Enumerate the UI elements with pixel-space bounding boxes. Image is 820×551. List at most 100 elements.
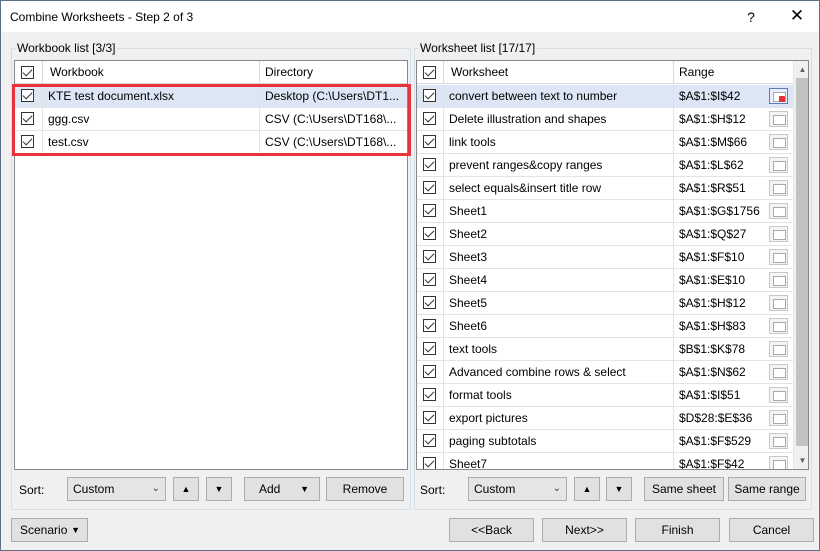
- worksheet-sort-value: Custom: [474, 482, 516, 496]
- help-button[interactable]: ?: [737, 4, 765, 30]
- close-button[interactable]: ✕: [783, 4, 811, 30]
- worksheet-check-cell: [417, 131, 444, 153]
- worksheet-check-cell: [417, 177, 444, 199]
- worksheet-move-down-button[interactable]: ▼: [606, 477, 632, 501]
- worksheet-row[interactable]: select equals&insert title row $A$1:$R$51: [417, 177, 793, 200]
- remove-button[interactable]: Remove: [326, 477, 404, 501]
- range-select-icon[interactable]: [769, 318, 788, 334]
- worksheet-checkbox[interactable]: [423, 250, 436, 263]
- worksheet-row[interactable]: Sheet5 $A$1:$H$12: [417, 292, 793, 315]
- worksheet-row[interactable]: Sheet2 $A$1:$Q$27: [417, 223, 793, 246]
- workbook-checkbox[interactable]: [21, 135, 34, 148]
- worksheet-checkbox[interactable]: [423, 89, 436, 102]
- worksheet-checkbox[interactable]: [423, 112, 436, 125]
- back-button[interactable]: <<Back: [449, 518, 534, 542]
- worksheet-checkbox[interactable]: [423, 434, 436, 447]
- worksheet-row[interactable]: prevent ranges&copy ranges $A$1:$L$62: [417, 154, 793, 177]
- directory-column-header[interactable]: Directory: [260, 61, 407, 84]
- worksheet-row[interactable]: paging subtotals $A$1:$F$529: [417, 430, 793, 453]
- worksheet-name: convert between text to number: [444, 85, 674, 107]
- range-column-header[interactable]: Range: [674, 61, 793, 84]
- worksheet-row[interactable]: export pictures $D$28:$E$36: [417, 407, 793, 430]
- worksheet-row[interactable]: Delete illustration and shapes $A$1:$H$12: [417, 108, 793, 131]
- scroll-thumb[interactable]: [796, 78, 808, 446]
- worksheet-checkbox[interactable]: [423, 204, 436, 217]
- range-select-icon[interactable]: [769, 111, 788, 127]
- worksheet-checkbox[interactable]: [423, 227, 436, 240]
- worksheet-checkbox[interactable]: [423, 457, 436, 469]
- add-button[interactable]: Add ▼: [244, 477, 320, 501]
- workbook-column-header[interactable]: Workbook: [43, 61, 260, 84]
- finish-button[interactable]: Finish: [635, 518, 720, 542]
- same-range-button[interactable]: Same range: [728, 477, 806, 501]
- check-all-worksheets[interactable]: [423, 66, 436, 79]
- worksheet-sort-dropdown[interactable]: Custom ⌄: [468, 477, 567, 501]
- workbook-sort-label: Sort:: [19, 483, 45, 497]
- range-select-icon[interactable]: [769, 180, 788, 196]
- worksheet-scrollbar[interactable]: ▲ ▼: [793, 61, 808, 469]
- worksheet-row[interactable]: Sheet4 $A$1:$E$10: [417, 269, 793, 292]
- scroll-down-icon[interactable]: ▼: [794, 452, 808, 469]
- range-select-icon[interactable]: [769, 410, 788, 426]
- workbook-row[interactable]: KTE test document.xlsx Desktop (C:\Users\…: [15, 85, 407, 108]
- worksheet-checkbox[interactable]: [423, 411, 436, 424]
- worksheet-checkbox[interactable]: [423, 342, 436, 355]
- worksheet-checkbox[interactable]: [423, 296, 436, 309]
- worksheet-row[interactable]: link tools $A$1:$M$66: [417, 131, 793, 154]
- range-select-icon[interactable]: [769, 203, 788, 219]
- worksheet-column-header[interactable]: Worksheet: [444, 61, 674, 84]
- worksheet-row[interactable]: Advanced combine rows & select $A$1:$N$62: [417, 361, 793, 384]
- worksheet-name: Sheet1: [444, 200, 674, 222]
- worksheet-row[interactable]: Sheet6 $A$1:$H$83: [417, 315, 793, 338]
- worksheet-checkbox[interactable]: [423, 319, 436, 332]
- workbook-move-up-button[interactable]: ▲: [173, 477, 199, 501]
- worksheet-row[interactable]: Sheet3 $A$1:$F$10: [417, 246, 793, 269]
- worksheet-row[interactable]: convert between text to number $A$1:$I$42: [417, 85, 793, 108]
- workbook-move-down-button[interactable]: ▼: [206, 477, 232, 501]
- arrow-up-icon: ▲: [582, 484, 592, 494]
- range-select-icon[interactable]: [769, 433, 788, 449]
- range-select-icon[interactable]: [769, 134, 788, 150]
- worksheet-checkbox[interactable]: [423, 158, 436, 171]
- range-select-icon[interactable]: [769, 341, 788, 357]
- worksheet-name: Advanced combine rows & select: [444, 361, 674, 383]
- worksheet-checkbox[interactable]: [423, 181, 436, 194]
- workbook-sort-dropdown[interactable]: Custom ⌄: [67, 477, 166, 501]
- workbook-checkbox[interactable]: [21, 89, 34, 102]
- worksheet-check-cell: [417, 361, 444, 383]
- worksheet-check-cell: [417, 246, 444, 268]
- worksheet-row[interactable]: format tools $A$1:$I$51: [417, 384, 793, 407]
- range-select-icon[interactable]: [769, 88, 788, 104]
- check-all-workbooks[interactable]: [21, 66, 34, 79]
- worksheet-checkbox[interactable]: [423, 273, 436, 286]
- range-select-icon[interactable]: [769, 226, 788, 242]
- range-select-icon[interactable]: [769, 272, 788, 288]
- range-select-icon[interactable]: [769, 295, 788, 311]
- next-button[interactable]: Next>>: [542, 518, 627, 542]
- worksheet-move-up-button[interactable]: ▲: [574, 477, 600, 501]
- worksheet-row[interactable]: text tools $B$1:$K$78: [417, 338, 793, 361]
- workbook-directory: CSV (C:\Users\DT168\...: [265, 112, 397, 126]
- workbook-row[interactable]: test.csv CSV (C:\Users\DT168\...: [15, 131, 407, 154]
- window-title: Combine Worksheets - Step 2 of 3: [10, 10, 194, 24]
- range-select-icon[interactable]: [769, 387, 788, 403]
- scenario-button[interactable]: Scenario ▼: [11, 518, 88, 542]
- chevron-down-icon: ⌄: [151, 483, 160, 494]
- cancel-button[interactable]: Cancel: [729, 518, 814, 542]
- range-select-icon[interactable]: [769, 456, 788, 469]
- worksheet-name: Sheet4: [444, 269, 674, 291]
- workbook-row[interactable]: ggg.csv CSV (C:\Users\DT168\...: [15, 108, 407, 131]
- worksheet-row[interactable]: Sheet1 $A$1:$G$1756: [417, 200, 793, 223]
- range-select-icon[interactable]: [769, 249, 788, 265]
- worksheet-checkbox[interactable]: [423, 135, 436, 148]
- worksheet-check-cell: [417, 315, 444, 337]
- worksheet-checkbox[interactable]: [423, 365, 436, 378]
- worksheet-checkbox[interactable]: [423, 388, 436, 401]
- worksheet-name: text tools: [444, 338, 674, 360]
- same-sheet-button[interactable]: Same sheet: [644, 477, 724, 501]
- scroll-up-icon[interactable]: ▲: [794, 61, 808, 78]
- range-select-icon[interactable]: [769, 364, 788, 380]
- workbook-checkbox[interactable]: [21, 112, 34, 125]
- worksheet-row[interactable]: Sheet7 $A$1:$F$42: [417, 453, 793, 469]
- range-select-icon[interactable]: [769, 157, 788, 173]
